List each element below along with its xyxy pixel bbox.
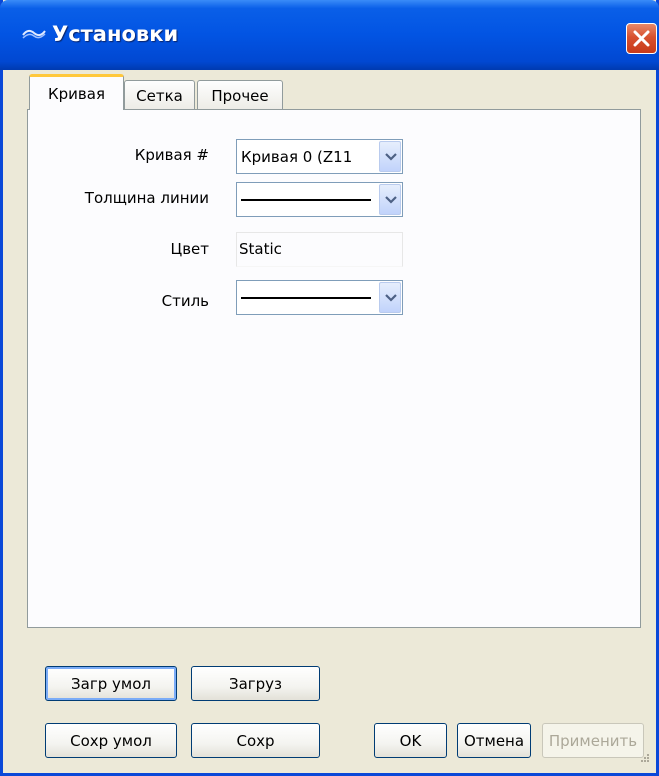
load-default-button[interactable]: Загр умол xyxy=(45,666,177,701)
resize-grip-icon[interactable] xyxy=(640,748,650,767)
window-title: Установки xyxy=(52,22,179,46)
style-label: Стиль xyxy=(161,292,209,310)
tab-other[interactable]: Прочее xyxy=(197,80,283,111)
dropdown-button[interactable] xyxy=(379,184,401,215)
save-button[interactable]: Сохр xyxy=(191,723,320,758)
tab-label: Сетка xyxy=(136,87,183,105)
button-label: Загруз xyxy=(228,674,283,693)
button-label: Применить xyxy=(548,731,638,750)
title-bar[interactable]: Установки xyxy=(0,0,659,70)
tab-curve[interactable]: Кривая xyxy=(29,74,124,110)
line-thickness-label: Толщина линии xyxy=(84,189,209,207)
button-label: Отмена xyxy=(463,731,525,750)
settings-dialog: Установки Кривая Сетка Прочее Кривая # К… xyxy=(0,0,659,776)
chevron-down-icon xyxy=(385,294,397,302)
tab-label: Кривая xyxy=(48,84,105,103)
style-select[interactable] xyxy=(236,280,403,315)
line-sample xyxy=(241,199,371,201)
app-icon xyxy=(22,26,46,40)
dropdown-button[interactable] xyxy=(379,141,401,172)
chevron-down-icon xyxy=(385,196,397,204)
cancel-button[interactable]: Отмена xyxy=(457,723,531,758)
color-label: Цвет xyxy=(170,240,209,258)
tab-label: Прочее xyxy=(211,87,269,105)
button-label: OK xyxy=(399,731,422,750)
line-thickness-select[interactable] xyxy=(236,182,403,217)
save-default-button[interactable]: Сохр умол xyxy=(45,723,177,758)
close-button[interactable] xyxy=(626,23,657,54)
curve-select[interactable]: Кривая 0 (Z11 xyxy=(236,139,403,174)
line-sample xyxy=(241,297,371,299)
chevron-down-icon xyxy=(385,153,397,161)
apply-button: Применить xyxy=(542,723,644,758)
color-static-field: Static xyxy=(236,232,403,267)
load-button[interactable]: Загруз xyxy=(191,666,320,701)
tab-grid[interactable]: Сетка xyxy=(124,80,195,111)
button-label: Сохр умол xyxy=(70,731,152,750)
color-value: Static xyxy=(239,240,282,258)
button-label: Сохр xyxy=(236,731,275,750)
button-label: Загр умол xyxy=(71,674,151,693)
dropdown-button[interactable] xyxy=(379,282,401,313)
close-icon xyxy=(633,30,650,47)
curve-select-value: Кривая 0 (Z11 xyxy=(241,148,353,166)
curve-number-label: Кривая # xyxy=(134,146,209,164)
ok-button[interactable]: OK xyxy=(374,723,447,758)
